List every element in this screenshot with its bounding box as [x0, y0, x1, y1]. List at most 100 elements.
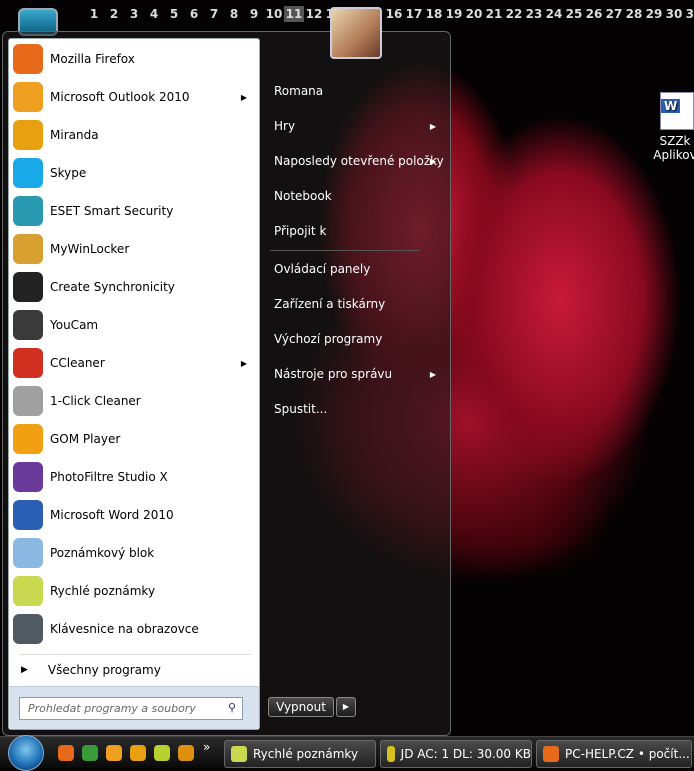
calendar-strip: 1234567891011121314151617181920212223242…: [84, 6, 694, 22]
word-icon: [13, 500, 43, 530]
taskbar-button[interactable]: JD AC: 1 DL: 30.00 KB: [380, 740, 532, 768]
aimp-icon[interactable]: [178, 745, 194, 761]
calendar-day[interactable]: 23: [524, 6, 544, 22]
program-item[interactable]: ESET Smart Security: [13, 193, 257, 229]
taskbar: » Rychlé poznámky JD AC: 1 DL: 30.00 KB PC…: [0, 735, 694, 771]
lock-icon: [13, 234, 43, 264]
shutdown-button[interactable]: Vypnout: [268, 697, 334, 717]
taskbar-button[interactable]: Rychlé poznámky: [224, 740, 376, 768]
calendar-day[interactable]: 28: [624, 6, 644, 22]
calendar-day[interactable]: 25: [564, 6, 584, 22]
ccleaner-icon: [13, 348, 43, 378]
all-programs-button[interactable]: ▶ Všechny programy: [17, 660, 253, 680]
quick-launch-more-button[interactable]: »: [203, 740, 210, 754]
menu-item[interactable]: Hry ▶: [268, 112, 444, 140]
program-item[interactable]: Miranda: [13, 117, 257, 153]
program-item[interactable]: YouCam: [13, 307, 257, 343]
app-icon[interactable]: [154, 745, 170, 761]
calendar-day[interactable]: 30: [664, 6, 684, 22]
sync-icon: [13, 272, 43, 302]
jdownloader-icon: [387, 746, 395, 762]
search-placeholder: Prohledat programy a soubory: [28, 702, 196, 715]
outlook-icon[interactable]: [106, 745, 122, 761]
calendar-day[interactable]: 17: [404, 6, 424, 22]
program-item[interactable]: Klávesnice na obrazovce: [13, 611, 257, 647]
firefox-icon[interactable]: [58, 745, 74, 761]
menu-item[interactable]: Spustit...: [268, 395, 444, 423]
menu-item[interactable]: Nástroje pro správu ▶: [268, 360, 444, 388]
menu-item[interactable]: Výchozí programy: [268, 325, 444, 353]
program-label: Klávesnice na obrazovce: [50, 622, 199, 636]
search-area: Prohledat programy a soubory ⚲: [9, 686, 259, 729]
program-item[interactable]: Create Synchronicity: [13, 269, 257, 305]
menu-item-label: Zařízení a tiskárny: [274, 297, 386, 311]
search-input[interactable]: Prohledat programy a soubory ⚲: [19, 697, 243, 720]
calendar-day[interactable]: 21: [484, 6, 504, 22]
menu-item[interactable]: Naposledy otevřené položky ▶: [268, 147, 444, 175]
calendar-day[interactable]: 11: [284, 6, 304, 22]
miranda-icon[interactable]: [130, 745, 146, 761]
menu-item-label: Výchozí programy: [274, 332, 383, 346]
calendar-day[interactable]: 9: [244, 6, 264, 22]
submenu-arrow-icon: ▶: [429, 369, 436, 379]
program-item[interactable]: Rychlé poznámky: [13, 573, 257, 609]
submenu-arrow-icon: ▶: [240, 358, 247, 368]
calendar-day[interactable]: 5: [164, 6, 184, 22]
calendar-day[interactable]: 4: [144, 6, 164, 22]
program-item[interactable]: CCleaner ▶: [13, 345, 257, 381]
menu-item[interactable]: Zařízení a tiskárny: [268, 290, 444, 318]
shutdown-options-button[interactable]: ▶: [336, 697, 356, 717]
program-item[interactable]: Mozilla Firefox: [13, 41, 257, 77]
calendar-day[interactable]: 18: [424, 6, 444, 22]
calendar-day[interactable]: 2: [104, 6, 124, 22]
search-icon[interactable]: ⚲: [228, 701, 236, 714]
menu-item[interactable]: Romana: [268, 77, 444, 105]
start-button[interactable]: [8, 735, 44, 771]
program-item[interactable]: Microsoft Outlook 2010 ▶: [13, 79, 257, 115]
calendar-day[interactable]: 22: [504, 6, 524, 22]
chrome-icon[interactable]: [82, 745, 98, 761]
cleaner-icon: [13, 386, 43, 416]
miranda-icon: [13, 120, 43, 150]
calendar-day[interactable]: 20: [464, 6, 484, 22]
program-label: Poznámkový blok: [50, 546, 155, 560]
program-item[interactable]: Microsoft Word 2010: [13, 497, 257, 533]
firefox-icon: [13, 44, 43, 74]
program-item[interactable]: GOM Player: [13, 421, 257, 457]
menu-item[interactable]: Ovládací panely: [268, 255, 444, 283]
user-avatar[interactable]: [330, 7, 382, 59]
calendar-day[interactable]: 1: [84, 6, 104, 22]
calendar-day[interactable]: 19: [444, 6, 464, 22]
photofiltre-icon: [13, 462, 43, 492]
program-item[interactable]: MyWinLocker: [13, 231, 257, 267]
word-document-icon: W: [660, 92, 694, 130]
calendar-day[interactable]: 16: [384, 6, 404, 22]
calendar-day[interactable]: 24: [544, 6, 564, 22]
calendar-day[interactable]: 7: [204, 6, 224, 22]
taskbar-button[interactable]: PC-HELP.CZ • počít...: [536, 740, 692, 768]
calendar-day[interactable]: 6: [184, 6, 204, 22]
desktop-icon-szzk[interactable]: W SZZk Aplikov: [650, 92, 694, 162]
program-item[interactable]: PhotoFiltre Studio X: [13, 459, 257, 495]
submenu-arrow-icon: ▶: [429, 156, 436, 166]
taskbar-button-label: Rychlé poznámky: [253, 747, 359, 761]
calendar-day[interactable]: 29: [644, 6, 664, 22]
calendar-day[interactable]: 31: [684, 6, 694, 22]
youcam-icon: [13, 310, 43, 340]
program-label: Microsoft Outlook 2010: [50, 90, 190, 104]
taskbar-button-label: JD AC: 1 DL: 30.00 KB: [400, 747, 531, 761]
notepad-icon: [13, 538, 43, 568]
program-item[interactable]: Poznámkový blok: [13, 535, 257, 571]
keyboard-icon: [13, 614, 43, 644]
program-item[interactable]: Skype: [13, 155, 257, 191]
calendar-day[interactable]: 12: [304, 6, 324, 22]
menu-item[interactable]: Připojit k: [268, 217, 444, 245]
calendar-day[interactable]: 26: [584, 6, 604, 22]
calendar-day[interactable]: 8: [224, 6, 244, 22]
calendar-day[interactable]: 3: [124, 6, 144, 22]
menu-item[interactable]: Notebook: [268, 182, 444, 210]
calendar-day[interactable]: 10: [264, 6, 284, 22]
program-label: CCleaner: [50, 356, 105, 370]
program-item[interactable]: 1-Click Cleaner: [13, 383, 257, 419]
calendar-day[interactable]: 27: [604, 6, 624, 22]
